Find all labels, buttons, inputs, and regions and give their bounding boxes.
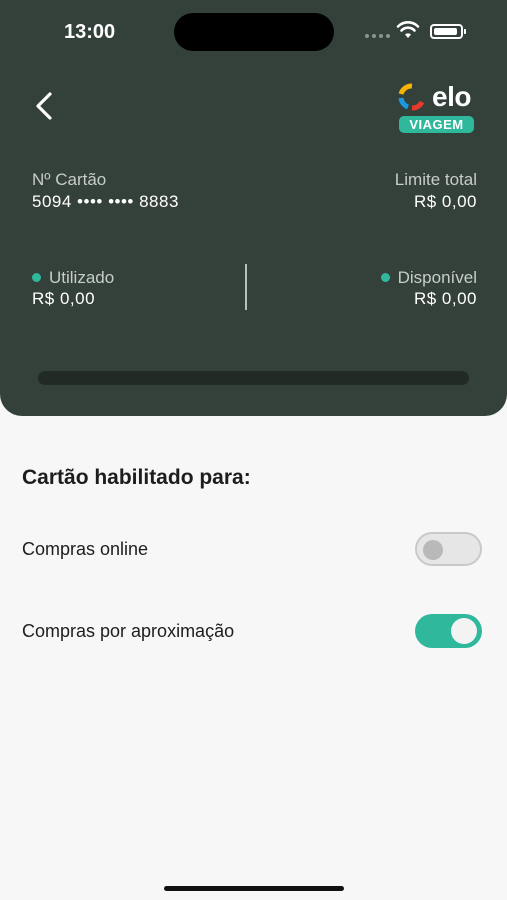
wifi-icon bbox=[396, 21, 420, 38]
back-button[interactable] bbox=[26, 88, 62, 124]
contactless-purchases-label: Compras por aproximação bbox=[22, 621, 235, 641]
online-purchases-label: Compras online bbox=[22, 539, 149, 559]
limit-value: R$ 0,00 bbox=[413, 192, 477, 211]
toggle-knob bbox=[423, 540, 443, 560]
available-dot-icon bbox=[380, 273, 390, 282]
contactless-purchases-toggle[interactable] bbox=[415, 614, 482, 648]
available-label: Disponível bbox=[380, 268, 477, 288]
limit-label: Limite total bbox=[394, 170, 477, 189]
card-number-value: 5094 •••• •••• 8883 bbox=[32, 192, 179, 211]
usage-progress-bar bbox=[38, 371, 469, 385]
card-number-label: Nº Cartão bbox=[32, 170, 107, 189]
available-value: R$ 0,00 bbox=[413, 289, 477, 308]
home-indicator bbox=[164, 886, 344, 891]
brand-name: elo bbox=[432, 81, 471, 112]
used-label: Utilizado bbox=[32, 268, 114, 288]
toggle-knob bbox=[451, 618, 477, 644]
online-purchases-toggle[interactable] bbox=[415, 532, 482, 566]
battery-icon bbox=[430, 24, 466, 39]
status-time: 13:00 bbox=[64, 21, 116, 43]
divider bbox=[245, 264, 247, 310]
dynamic-island bbox=[174, 13, 334, 51]
card-header: 13:00 elo VIAGEM Nº Cartão 5094 •••• •••… bbox=[0, 0, 507, 416]
elo-mark-icon bbox=[398, 83, 425, 111]
used-dot-icon bbox=[32, 273, 41, 282]
section-title: Cartão habilitado para: bbox=[22, 466, 251, 489]
signal-icon bbox=[365, 34, 390, 38]
brand-tag: VIAGEM bbox=[399, 116, 474, 133]
used-value: R$ 0,00 bbox=[32, 289, 96, 308]
elo-logo: elo VIAGEM bbox=[394, 82, 480, 134]
